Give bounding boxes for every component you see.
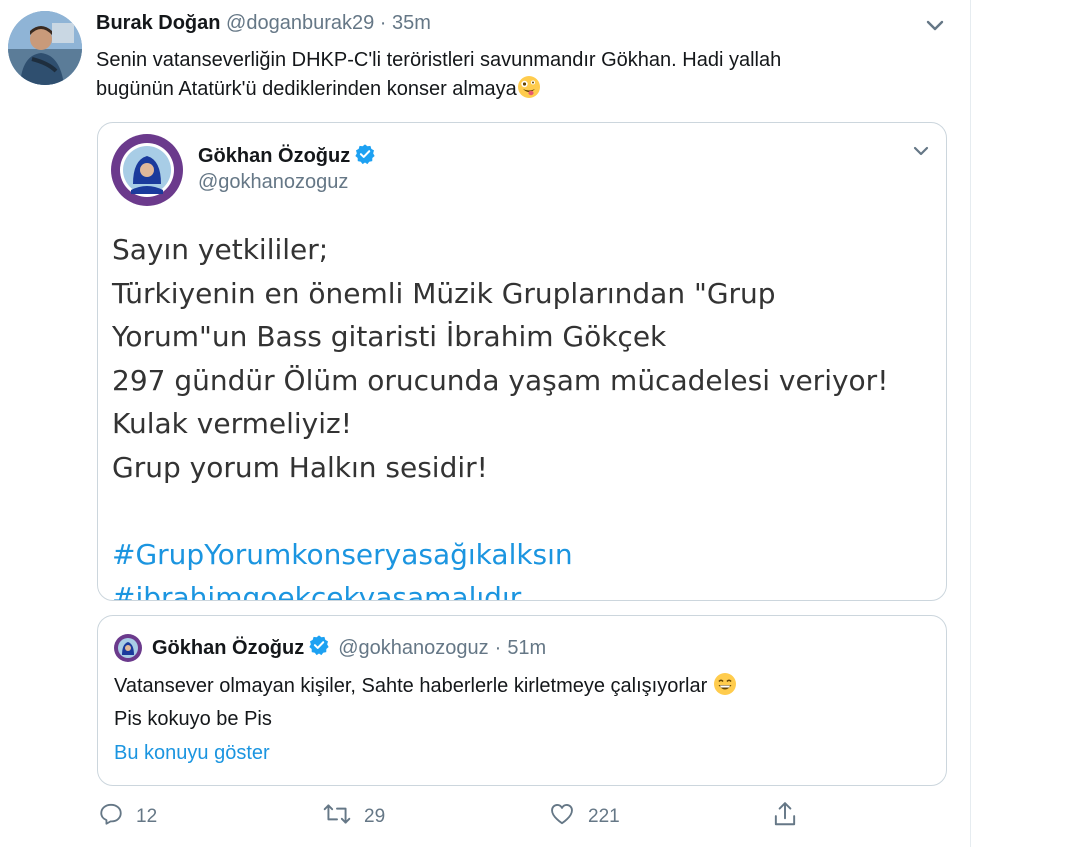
embed-author-avatar[interactable] bbox=[111, 134, 183, 206]
avatar-photo bbox=[8, 11, 82, 85]
tweet-header: Burak Doğan @doganburak29 · 35m bbox=[96, 12, 431, 35]
reply-count: 12 bbox=[136, 806, 158, 827]
quote-text: Vatansever olmayan kişiler, Sahte haberl… bbox=[114, 672, 914, 734]
column-divider bbox=[970, 0, 971, 847]
share-button[interactable] bbox=[772, 800, 810, 834]
hashtag-link[interactable]: #ibrahimgoekcekyasamalıdır bbox=[112, 576, 942, 600]
embed-tweet-body: Sayın yetkililer; Türkiyenin en önemli M… bbox=[112, 228, 942, 600]
verified-badge-icon bbox=[354, 143, 376, 171]
tweet-time[interactable]: 35m bbox=[392, 12, 431, 34]
quoted-tweet-card[interactable]: Gökhan Özoğuz @gokhanozoguz · 51m Vatans… bbox=[97, 615, 947, 786]
tweet-text: Senin vatanseverliğin DHKP-C'li terörist… bbox=[96, 46, 926, 108]
quote-time[interactable]: 51m bbox=[507, 637, 546, 660]
embedded-tweet-card[interactable]: Gökhan Özoğuz @gokhanozoguz Sayın yetkil… bbox=[97, 122, 947, 601]
reply-icon bbox=[98, 801, 136, 833]
reply-button[interactable]: 12 bbox=[98, 800, 157, 834]
embed-blank-line bbox=[112, 489, 942, 533]
embed-line: Yorum"un Bass gitaristi İbrahim Gökçek bbox=[112, 320, 667, 353]
show-thread-link[interactable]: Bu konuyu göster bbox=[114, 742, 270, 765]
tweet-menu-chevron-down-icon[interactable] bbox=[922, 14, 948, 38]
embed-menu-chevron-down-icon[interactable] bbox=[910, 141, 932, 161]
author-handle[interactable]: @doganburak29 bbox=[226, 12, 374, 34]
quote-author-name[interactable]: Gökhan Özoğuz bbox=[152, 637, 304, 660]
embed-line: 297 gündür Ölüm orucunda yaşam mücadeles… bbox=[112, 363, 889, 397]
quote-separator: · bbox=[494, 636, 502, 659]
author-name[interactable]: Burak Doğan bbox=[96, 12, 220, 34]
embed-line: Kulak vermeliyiz! bbox=[112, 407, 352, 440]
author-avatar[interactable] bbox=[8, 11, 82, 85]
zany-face-emoji-icon bbox=[517, 75, 541, 108]
tweet-text-line: Senin vatanseverliğin DHKP-C'li terörist… bbox=[96, 49, 782, 71]
retweet-count: 29 bbox=[364, 806, 386, 827]
like-count: 221 bbox=[588, 806, 620, 827]
like-button[interactable]: 221 bbox=[548, 800, 620, 834]
grinning-face-emoji-icon bbox=[713, 672, 737, 705]
quote-line-with-emoji: Vatansever olmayan kişiler, Sahte haberl… bbox=[114, 672, 914, 705]
embed-line: Sayın yetkililer; bbox=[112, 233, 329, 266]
retweet-icon bbox=[322, 801, 364, 833]
quote-author-handle[interactable]: @gokhanozoguz bbox=[338, 637, 488, 660]
tweet-text-line-with-emoji: bugünün Atatürk'ü dediklerinden konser a… bbox=[96, 75, 926, 108]
embed-author-name[interactable]: Gökhan Özoğuz bbox=[198, 145, 350, 167]
quote-header: Gökhan Özoğuz @gokhanozoguz · 51m bbox=[114, 634, 546, 662]
retweet-button[interactable]: 29 bbox=[322, 800, 385, 834]
quote-author-avatar[interactable] bbox=[114, 634, 142, 662]
quote-line: Vatansever olmayan kişiler, Sahte haberl… bbox=[114, 675, 708, 697]
header-separator: · bbox=[379, 12, 387, 34]
embed-avatar-logo bbox=[111, 134, 183, 206]
embed-line: Grup yorum Halkın sesidir! bbox=[112, 450, 488, 484]
verified-badge-icon bbox=[308, 634, 330, 662]
embed-line: Türkiyenin en önemli Müzik Gruplarından … bbox=[112, 276, 776, 310]
embed-author-handle[interactable]: @gokhanozoguz bbox=[198, 171, 348, 194]
quote-line: Pis kokuyo be Pis bbox=[114, 708, 272, 730]
share-icon bbox=[772, 800, 810, 834]
hashtag-link[interactable]: #GrupYorumkonseryasağıkalksın bbox=[112, 533, 942, 577]
tweet-text-line: bugünün Atatürk'ü dediklerinden konser a… bbox=[96, 78, 517, 100]
heart-icon bbox=[548, 801, 588, 833]
embed-author-name-row: Gökhan Özoğuz bbox=[198, 143, 376, 171]
